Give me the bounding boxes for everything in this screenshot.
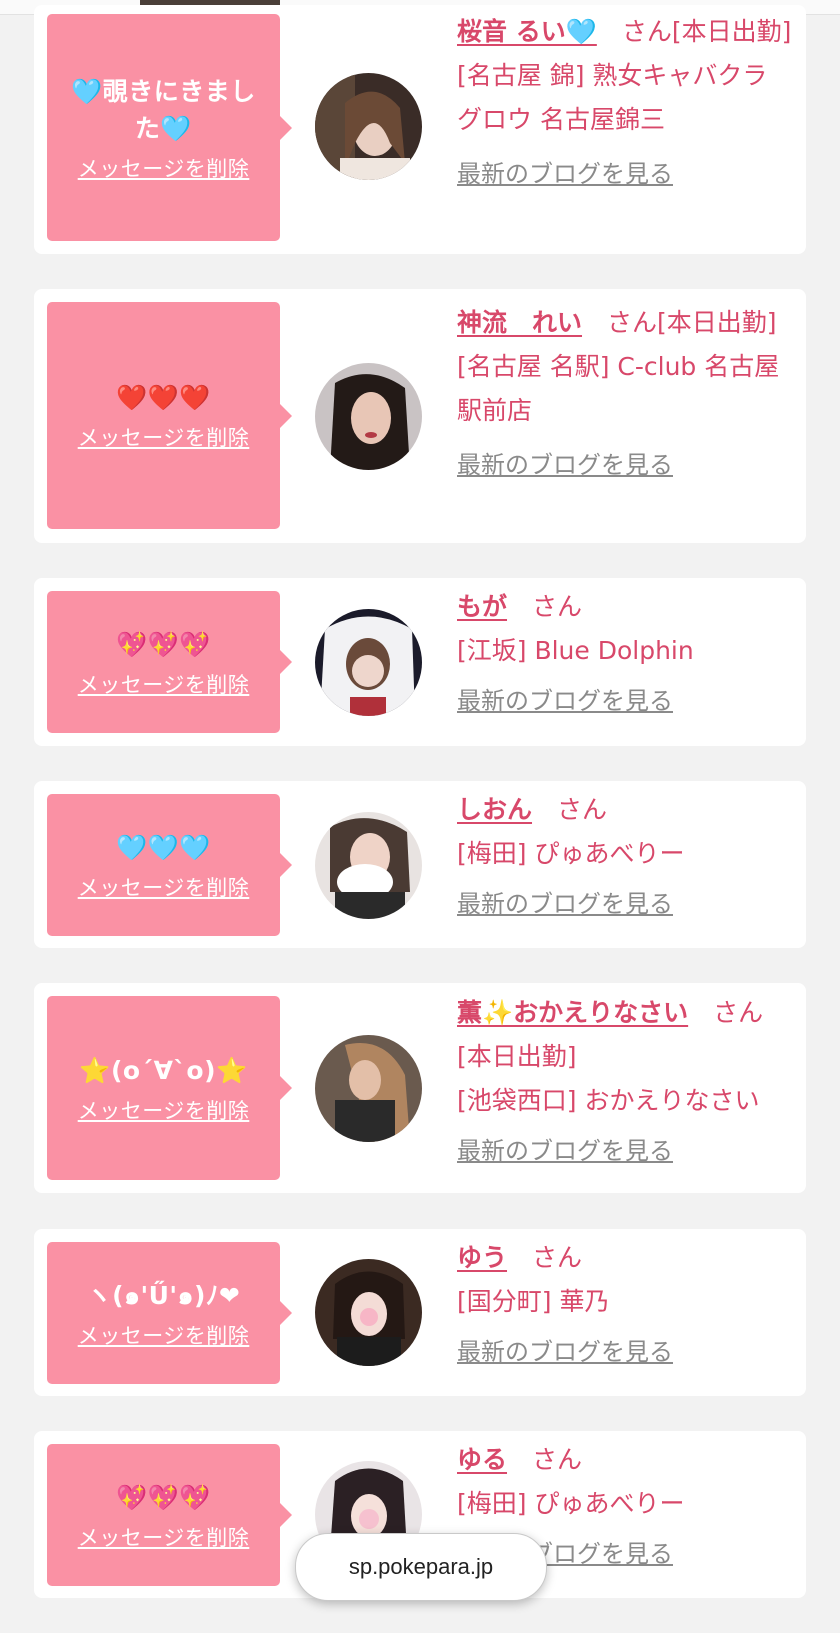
blog-link[interactable]: 最新のブログを見る <box>457 890 673 918</box>
message-text: 💖💖💖 <box>116 629 211 659</box>
shop-info: [梅田] ぴゅあべりー <box>457 839 685 868</box>
san-suffix: さん <box>621 17 672 46</box>
blog-link[interactable]: 最新のブログを見る <box>457 1338 673 1366</box>
girl-name-link[interactable]: 薫✨おかえりなさい <box>457 998 688 1027</box>
message-card: ⭐(o´∀`o)⭐ メッセージを削除 薫✨おかえりなさい さん [本日出勤] [池… <box>34 983 806 1193</box>
avatar[interactable] <box>315 609 422 716</box>
avatar[interactable] <box>315 73 422 180</box>
shop-info: [江坂] Blue Dolphin <box>457 636 694 665</box>
girl-name-link[interactable]: ゆる <box>457 1445 507 1474</box>
girl-name-link[interactable]: もが <box>457 592 507 621</box>
message-card: 🩵🩵🩵 メッセージを削除 しおん さん [梅田] ぴゅあべりー 最新のブログを見… <box>34 781 806 948</box>
delete-message-link[interactable]: メッセージを削除 <box>78 1522 250 1552</box>
message-text: 💖💖💖 <box>116 1482 211 1512</box>
blog-link[interactable]: 最新のブログを見る <box>457 160 673 188</box>
girl-name-link[interactable]: 神流 れい <box>457 308 582 337</box>
blog-link[interactable]: 最新のブログを見る <box>457 687 673 715</box>
san-suffix: さん <box>532 1445 583 1474</box>
message-text: 🩵覗きにきました🩵 <box>71 76 256 143</box>
delete-message-link[interactable]: メッセージを削除 <box>78 1320 250 1350</box>
message-text: 🩵🩵🩵 <box>116 832 211 862</box>
message-card: 💖💖💖 メッセージを削除 もが さん [江坂] Blue Dolphin 最新の… <box>34 578 806 746</box>
delete-message-link[interactable]: メッセージを削除 <box>78 1095 250 1125</box>
shop-info: [池袋西口] おかえりなさい <box>457 1086 760 1115</box>
san-suffix: さん <box>607 308 658 337</box>
shop-info: [名古屋 錦] 熟女キャバクラグロウ 名古屋錦三 <box>457 61 768 134</box>
blog-link[interactable]: 最新のブログを見る <box>457 1137 673 1165</box>
san-suffix: さん <box>532 1243 583 1272</box>
san-suffix: さん <box>532 592 583 621</box>
message-bubble: 🩵🩵🩵 メッセージを削除 <box>47 794 292 936</box>
shop-info: [名古屋 名駅] C-club 名古屋駅前店 <box>457 352 780 425</box>
delete-message-link[interactable]: メッセージを削除 <box>78 669 250 699</box>
san-suffix: さん <box>557 795 608 824</box>
girl-name-link[interactable]: しおん <box>457 795 532 824</box>
shop-info: [梅田] ぴゅあべりー <box>457 1489 685 1518</box>
attendance-status: [本日出勤] <box>457 1042 577 1071</box>
message-text: ⭐(o´∀`o)⭐ <box>79 1055 248 1085</box>
shop-info: [国分町] 華乃 <box>457 1287 610 1316</box>
girl-name-link[interactable]: ゆう <box>457 1243 507 1272</box>
avatar[interactable] <box>315 363 422 470</box>
url-text: sp.pokepara.jp <box>348 1554 494 1579</box>
message-bubble: 💖💖💖 メッセージを削除 <box>47 1444 292 1586</box>
message-bubble: ヽ(๑'Ű'๑)ﾉ❤ メッセージを削除 <box>47 1242 292 1384</box>
message-text: ❤️❤️❤️ <box>116 383 211 412</box>
message-bubble: ⭐(o´∀`o)⭐ メッセージを削除 <box>47 996 292 1180</box>
delete-message-link[interactable]: メッセージを削除 <box>78 872 250 902</box>
message-card: ❤️❤️❤️ メッセージを削除 神流 れい さん[本日出勤] [名古屋 名駅] … <box>34 289 806 543</box>
message-bubble: ❤️❤️❤️ メッセージを削除 <box>47 302 292 529</box>
san-suffix: さん <box>713 998 764 1027</box>
avatar[interactable] <box>315 812 422 919</box>
url-bar[interactable]: sp.pokepara.jp <box>295 1533 547 1601</box>
attendance-status: [本日出勤] <box>657 308 777 337</box>
delete-message-link[interactable]: メッセージを削除 <box>78 153 250 183</box>
message-bubble: 💖💖💖 メッセージを削除 <box>47 591 292 733</box>
message-card: ヽ(๑'Ű'๑)ﾉ❤ メッセージを削除 ゆう さん [国分町] 華乃 最新のブロ… <box>34 1229 806 1396</box>
delete-message-link[interactable]: メッセージを削除 <box>78 422 250 452</box>
message-text: ヽ(๑'Ű'๑)ﾉ❤ <box>86 1280 241 1310</box>
attendance-status: [本日出勤] <box>671 17 792 46</box>
message-bubble: 🩵覗きにきました🩵 メッセージを削除 <box>47 14 292 241</box>
avatar[interactable] <box>315 1035 422 1142</box>
avatar[interactable] <box>315 1259 422 1366</box>
message-card: 🩵覗きにきました🩵 メッセージを削除 桜音 るい🩵 さん[本日出勤] [名古屋 … <box>34 5 806 254</box>
blog-link[interactable]: 最新のブログを見る <box>457 451 673 479</box>
girl-name-link[interactable]: 桜音 るい🩵 <box>457 17 597 46</box>
